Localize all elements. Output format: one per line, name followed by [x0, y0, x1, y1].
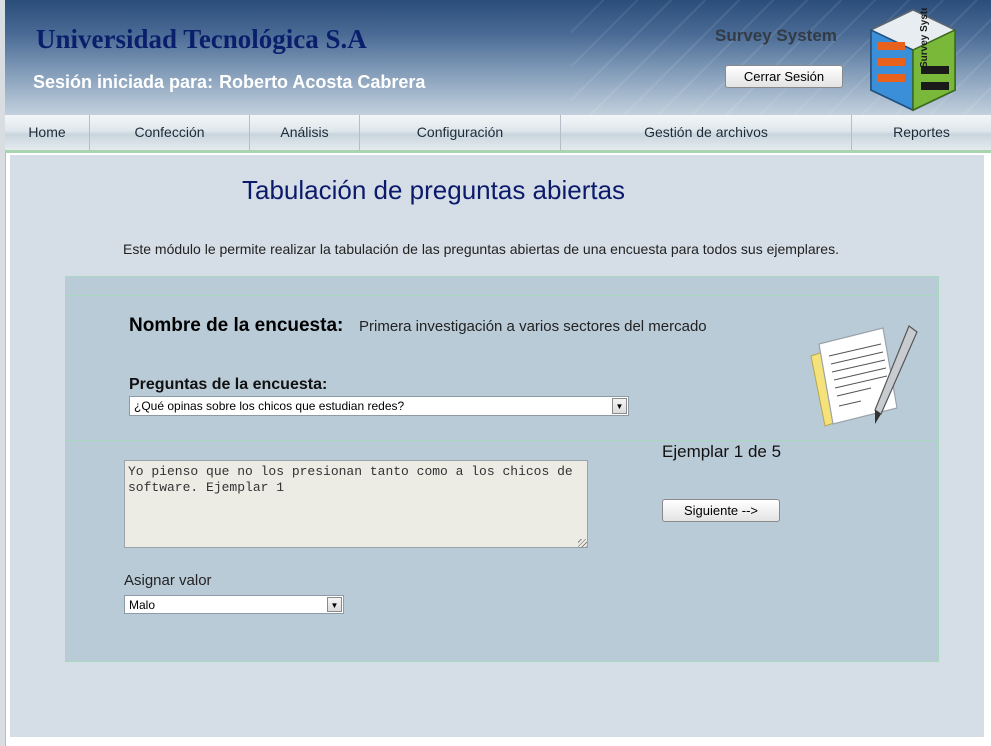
nav-configuracion[interactable]: Configuración: [360, 115, 561, 150]
assign-value-selected: Malo: [129, 598, 156, 612]
survey-name-label: Nombre de la encuesta:: [129, 315, 344, 336]
university-title: Universidad Tecnológica S.A: [36, 24, 367, 54]
logout-button[interactable]: Cerrar Sesión: [725, 65, 843, 88]
session-label: Sesión iniciada para:: [33, 72, 214, 92]
nav-confeccion[interactable]: Confección: [90, 115, 250, 150]
answer-textarea[interactable]: Yo pienso que no los presionan tanto com…: [124, 460, 588, 548]
survey-name-value: Primera investigación a varios sectores …: [359, 318, 707, 335]
assign-value-select[interactable]: Malo ▼: [124, 595, 344, 614]
main-nav: Home Confección Análisis Configuración G…: [5, 115, 991, 153]
tabulation-panel: Nombre de la encuesta: Primera investiga…: [65, 276, 939, 662]
nav-gestion-archivos[interactable]: Gestión de archivos: [561, 115, 852, 150]
nav-home[interactable]: Home: [5, 115, 90, 150]
main-content: Tabulación de preguntas abiertas Este mó…: [10, 155, 984, 737]
session-info: Sesión iniciada para: Roberto Acosta Cabr…: [33, 72, 431, 93]
app-name: Survey System: [715, 26, 837, 45]
nav-reportes[interactable]: Reportes: [852, 115, 991, 150]
assign-value-label: Asignar valor: [124, 572, 212, 589]
notepad-pen-icon: [810, 325, 918, 427]
exemplar-counter: Ejemplar 1 de 5: [662, 442, 782, 461]
app-window: Universidad Tecnológica S.A Sesión inici…: [0, 0, 991, 746]
header-banner: Universidad Tecnológica S.A Sesión inici…: [5, 0, 991, 115]
survey-info-section: Nombre de la encuesta: Primera investiga…: [66, 295, 938, 441]
chevron-down-icon[interactable]: ▼: [327, 597, 342, 612]
nav-analisis[interactable]: Análisis: [250, 115, 360, 150]
chevron-down-icon[interactable]: ▼: [612, 398, 627, 414]
next-button[interactable]: Siguiente -->: [662, 499, 780, 522]
logo-text: Survey System: [919, 8, 930, 68]
question-select[interactable]: ¿Qué opinas sobre los chicos que estudia…: [129, 396, 629, 416]
page-title: Tabulación de preguntas abiertas: [242, 175, 626, 205]
textarea-resize-handle[interactable]: [578, 539, 587, 548]
survey-system-logo-icon: Survey System: [869, 8, 957, 112]
question-select-value: ¿Qué opinas sobre los chicos que estudia…: [134, 399, 405, 413]
questions-label: Preguntas de la encuesta:: [129, 376, 328, 393]
intro-text: Este módulo le permite realizar la tabul…: [123, 241, 839, 257]
user-name: Roberto Acosta Cabrera: [219, 72, 426, 92]
